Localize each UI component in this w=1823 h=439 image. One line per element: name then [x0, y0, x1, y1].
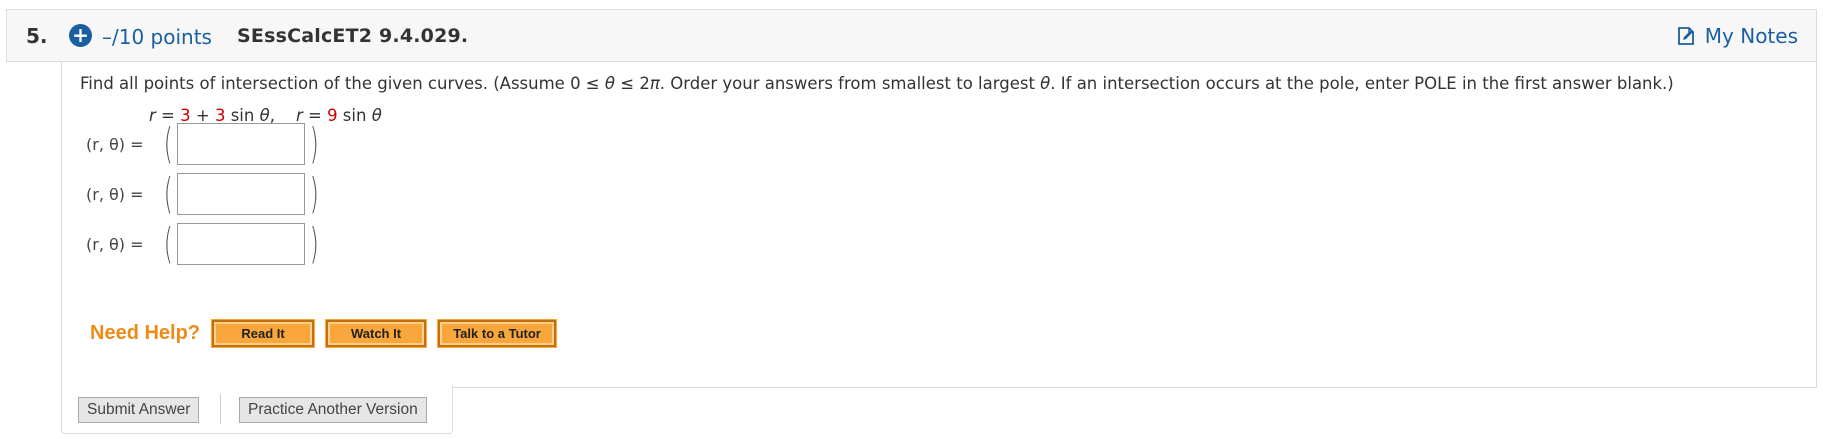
footer-divider	[220, 394, 221, 424]
right-paren: )	[310, 169, 320, 218]
question-footer: Submit Answer Practice Another Version	[61, 386, 453, 434]
answer-row-2: (r, θ) = ( )	[86, 170, 323, 218]
question-header: 5. + –/10 points SEssCalcET2 9.4.029. My…	[6, 9, 1817, 62]
answer-input-2[interactable]	[177, 173, 306, 215]
right-paren: )	[310, 119, 320, 168]
points-link[interactable]: –/10 points	[102, 25, 212, 49]
watch-it-button[interactable]: Watch It	[325, 319, 428, 348]
left-paren: (	[163, 219, 173, 268]
my-notes-link[interactable]: My Notes	[1676, 24, 1798, 48]
my-notes-label: My Notes	[1704, 24, 1798, 48]
left-paren: (	[163, 169, 173, 218]
help-row: Need Help? Read It Watch It Talk to a Tu…	[90, 319, 558, 348]
answer-label: (r, θ) =	[86, 184, 144, 204]
practice-another-version-button[interactable]: Practice Another Version	[239, 397, 427, 423]
note-icon	[1677, 27, 1694, 45]
read-it-button[interactable]: Read It	[211, 319, 316, 348]
answer-label: (r, θ) =	[86, 234, 144, 254]
question-prompt: Find all points of intersection of the g…	[80, 74, 1674, 93]
right-paren: )	[310, 219, 320, 268]
plus-circle-icon[interactable]: +	[69, 24, 92, 47]
answer-row-3: (r, θ) = ( )	[86, 220, 323, 268]
question-body: Find all points of intersection of the g…	[61, 62, 1817, 388]
question-number: 5.	[26, 24, 48, 48]
left-paren: (	[163, 119, 173, 168]
answer-row-1: (r, θ) = ( )	[86, 120, 323, 168]
submit-answer-button[interactable]: Submit Answer	[78, 397, 200, 423]
need-help-label: Need Help?	[90, 322, 201, 344]
answer-input-3[interactable]	[177, 223, 306, 265]
answer-input-1[interactable]	[177, 123, 306, 165]
question-id: SEssCalcET2 9.4.029.	[237, 25, 469, 47]
answer-label: (r, θ) =	[86, 134, 144, 154]
talk-to-tutor-button[interactable]: Talk to a Tutor	[437, 319, 558, 348]
